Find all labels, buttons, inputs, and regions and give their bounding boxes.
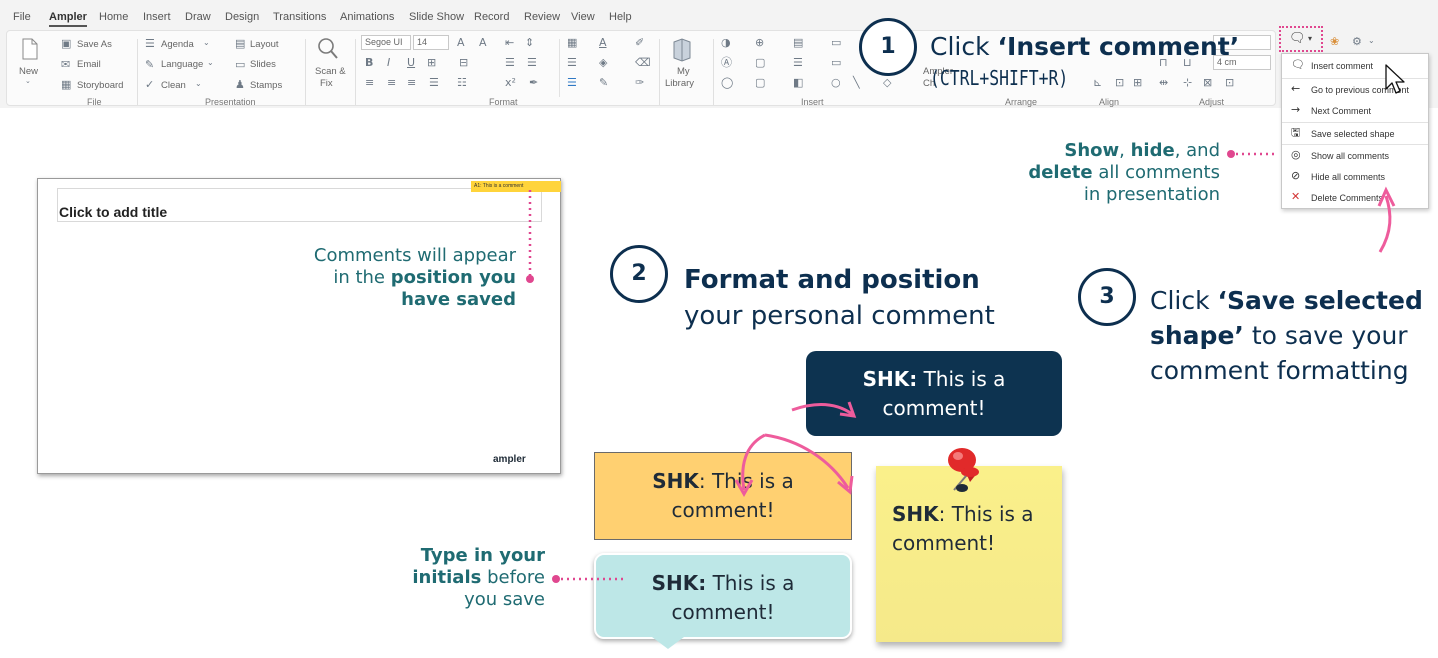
annotation-overlay: [526, 150, 1396, 583]
connector-dot: [526, 275, 534, 283]
connector-dot: [1227, 150, 1235, 158]
arrow-to-navy-comment: [791, 402, 853, 416]
arrow-to-sticky-comment: [764, 433, 850, 489]
arrow-to-save-shape: [1378, 195, 1392, 253]
connector-dot: [552, 575, 560, 583]
arrow-to-orange-comment: [741, 433, 766, 491]
